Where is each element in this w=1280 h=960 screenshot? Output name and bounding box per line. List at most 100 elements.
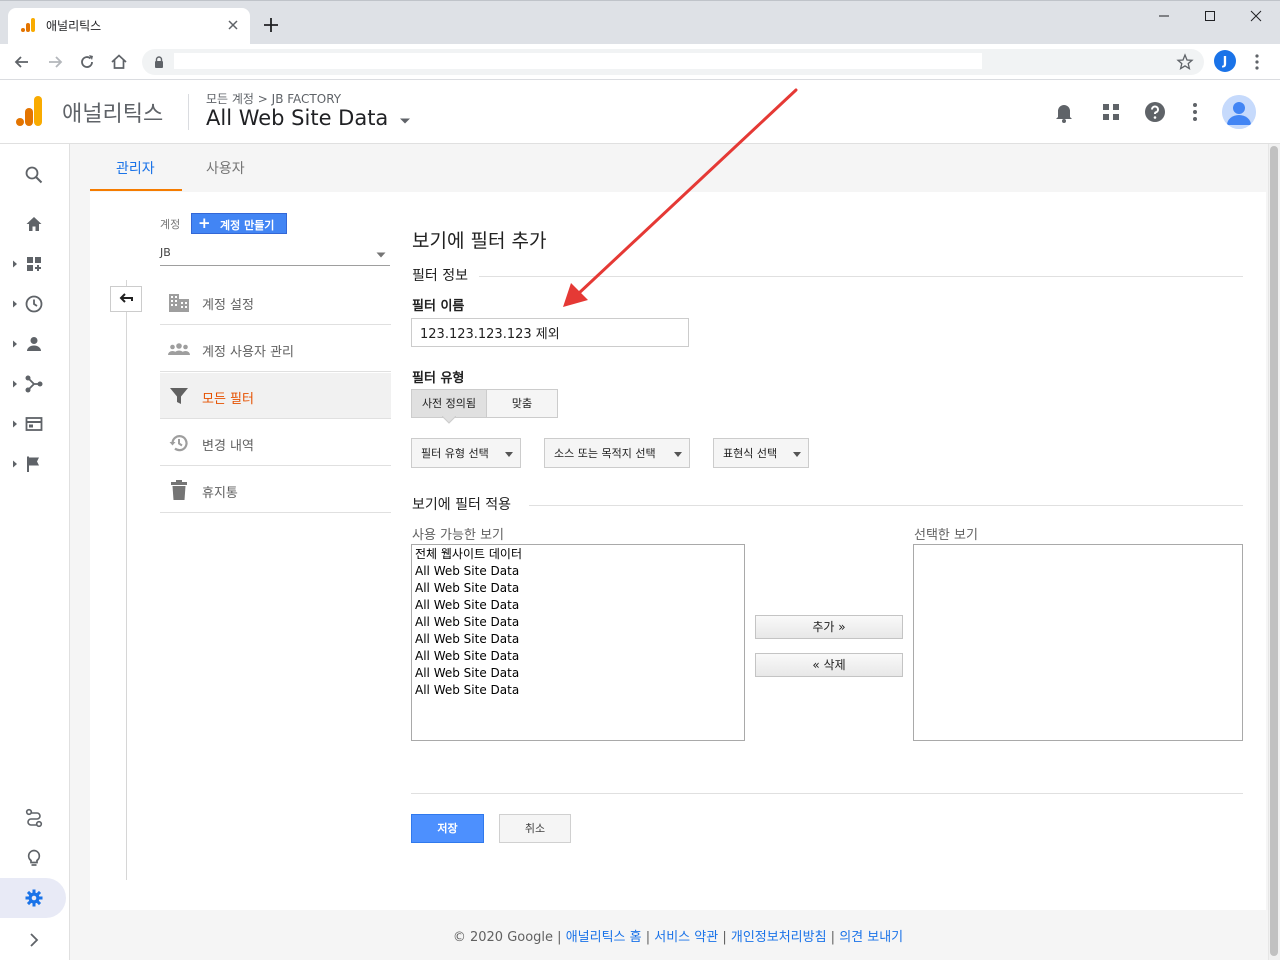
filter-icon (168, 385, 190, 407)
account-select[interactable]: JB (160, 246, 390, 266)
people-icon (168, 338, 190, 360)
browser-tab[interactable]: 애널리틱스 (8, 8, 250, 44)
apps-grid-icon[interactable] (1099, 100, 1123, 124)
tab-admin[interactable]: 관리자 (116, 158, 155, 178)
expression-dropdown[interactable]: 표현식 선택 (713, 438, 809, 468)
source-destination-dropdown[interactable]: 소스 또는 목적지 선택 (544, 438, 690, 468)
account-select-value: JB (160, 246, 171, 259)
footer: © 2020 Google | 애널리틱스 홈 | 서비스 약관 | 개인정보처… (90, 926, 1266, 945)
footer-link-privacy[interactable]: 개인정보처리방침 (731, 930, 827, 945)
menu-item-label: 계정 사용자 관리 (202, 345, 294, 360)
maximize-window-icon[interactable] (1198, 6, 1222, 26)
selected-views-list[interactable] (913, 544, 1243, 741)
menu-item-account-settings[interactable]: 계정 설정 (160, 279, 391, 325)
minimize-window-icon[interactable] (1152, 6, 1176, 26)
filter-type-predefined-tab[interactable]: 사전 정의됨 (411, 389, 487, 418)
caret-down-icon (399, 117, 411, 125)
footer-link-analytics-home[interactable]: 애널리틱스 홈 (566, 930, 642, 945)
expand-caret-icon[interactable] (12, 300, 18, 308)
caret-down-icon (376, 252, 386, 258)
menu-item-label: 모든 필터 (202, 392, 254, 407)
list-item[interactable]: All Web Site Data (412, 631, 744, 648)
footer-link-terms[interactable]: 서비스 약관 (654, 930, 718, 945)
filter-type-custom-tab[interactable]: 맞춤 (486, 389, 558, 418)
list-item[interactable]: 전체 웹사이트 데이터 (412, 546, 744, 563)
expand-caret-icon[interactable] (12, 340, 18, 348)
analytics-logo-icon[interactable] (16, 95, 44, 127)
cancel-button[interactable]: 취소 (499, 814, 571, 843)
selected-views-label: 선택한 보기 (914, 528, 978, 543)
behavior-window-icon[interactable] (24, 414, 44, 434)
form-divider (411, 793, 1243, 794)
bookmark-star-icon[interactable] (1176, 53, 1194, 71)
list-item[interactable]: All Web Site Data (412, 563, 744, 580)
view-selector[interactable]: All Web Site Data (206, 106, 411, 134)
more-vert-icon[interactable] (1183, 100, 1207, 124)
dropdown-label: 표현식 선택 (723, 447, 778, 460)
attribution-icon[interactable] (24, 808, 44, 828)
breadcrumb[interactable]: 모든 계정 > JB FACTORY (206, 90, 341, 107)
menu-item-label: 변경 내역 (202, 439, 254, 454)
reload-icon[interactable] (77, 52, 97, 72)
filter-type-dropdown[interactable]: 필터 유형 선택 (411, 438, 521, 468)
notification-bell-icon[interactable] (1052, 100, 1076, 124)
footer-separator: | (718, 930, 731, 945)
add-view-button[interactable]: 추가 » (755, 615, 903, 639)
realtime-clock-icon[interactable] (24, 294, 44, 314)
active-tab-indicator (90, 189, 182, 191)
help-icon[interactable] (1143, 100, 1167, 124)
menu-item-label: 휴지통 (202, 486, 238, 501)
browser-menu-icon[interactable] (1249, 52, 1265, 72)
profile-avatar[interactable]: J (1214, 50, 1236, 72)
menu-item-label: 계정 설정 (202, 298, 254, 313)
menu-item-change-history[interactable]: 변경 내역 (160, 420, 391, 466)
list-item[interactable]: All Web Site Data (412, 597, 744, 614)
back-button[interactable] (110, 286, 142, 312)
remove-view-button[interactable]: « 삭제 (755, 653, 903, 677)
list-item[interactable]: All Web Site Data (412, 614, 744, 631)
menu-item-user-management[interactable]: 계정 사용자 관리 (160, 326, 391, 372)
audience-person-icon[interactable] (24, 334, 44, 354)
customization-icon[interactable] (24, 254, 44, 274)
save-button[interactable]: 저장 (411, 814, 484, 843)
forward-arrow-icon[interactable] (45, 52, 65, 72)
home-icon[interactable] (109, 52, 129, 72)
tab-user[interactable]: 사용자 (206, 158, 245, 178)
user-avatar-icon[interactable] (1222, 95, 1256, 129)
available-views-list[interactable]: 전체 웹사이트 데이터 All Web Site Data All Web Si… (411, 544, 745, 741)
insights-lightbulb-icon[interactable] (24, 848, 44, 868)
section-divider (529, 505, 1243, 506)
filter-name-input[interactable] (411, 318, 689, 347)
footer-separator: | (553, 930, 566, 945)
expand-nav-chevron-icon[interactable] (24, 930, 44, 950)
scrollbar-thumb[interactable] (1270, 146, 1278, 956)
expand-caret-icon[interactable] (12, 380, 18, 388)
acquisition-icon[interactable] (24, 374, 44, 394)
section-title-apply: 보기에 필터 적용 (412, 497, 512, 513)
list-item[interactable]: All Web Site Data (412, 648, 744, 665)
footer-link-feedback[interactable]: 의견 보내기 (839, 930, 903, 945)
menu-item-all-filters[interactable]: 모든 필터 (160, 373, 391, 419)
search-icon[interactable] (24, 165, 44, 185)
list-item[interactable]: All Web Site Data (412, 665, 744, 682)
expand-caret-icon[interactable] (12, 260, 18, 268)
list-item[interactable]: All Web Site Data (412, 682, 744, 699)
address-bar-text (174, 53, 982, 69)
home-icon[interactable] (24, 214, 44, 234)
conversions-flag-icon[interactable] (24, 454, 44, 474)
lock-icon (152, 55, 166, 69)
filter-type-label: 필터 유형 (412, 371, 465, 386)
expand-caret-icon[interactable] (12, 460, 18, 468)
expand-caret-icon[interactable] (12, 420, 18, 428)
create-account-button[interactable]: + 계정 만들기 (191, 213, 287, 234)
close-window-icon[interactable] (1244, 6, 1268, 26)
list-item[interactable]: All Web Site Data (412, 580, 744, 597)
new-tab-icon[interactable] (262, 16, 280, 34)
filter-name-label: 필터 이름 (412, 299, 465, 314)
tab-title: 애널리틱스 (46, 19, 102, 33)
admin-gear-icon[interactable] (24, 888, 44, 908)
available-views-label: 사용 가능한 보기 (412, 528, 504, 543)
back-arrow-icon[interactable] (12, 52, 32, 72)
menu-item-trash[interactable]: 휴지통 (160, 467, 391, 513)
close-tab-icon[interactable] (222, 14, 244, 36)
